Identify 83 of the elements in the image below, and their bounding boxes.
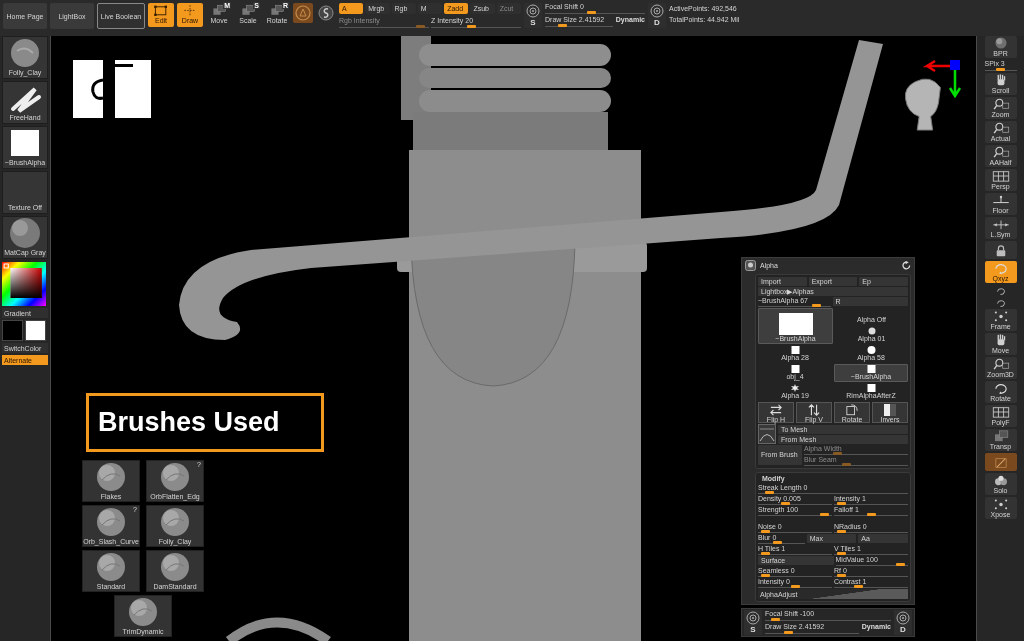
axis-gizmo-icon [923,58,963,98]
slider-thumb[interactable] [996,68,1005,71]
ring-drawing[interactable] [226,617,331,641]
stroke-button[interactable] [316,3,336,23]
stroke-dial[interactable]: S [524,3,542,28]
grid-icon [991,170,1010,182]
magnifier-icon [991,358,1010,370]
alpha-thumbnail [790,384,800,392]
flip-vertical-icon [808,404,820,416]
edit-icon [153,4,169,16]
slider-thumb[interactable] [895,563,905,566]
viewport[interactable] [50,36,977,641]
slider-thumb[interactable] [866,513,876,516]
slider-thumb[interactable] [761,530,771,533]
shelf-button[interactable] [984,241,1017,259]
sphere-thumbnail [96,552,126,582]
rotate-icon [846,404,858,416]
circle-icon [295,5,311,21]
slider-thumb[interactable] [837,574,847,577]
target-icon [746,611,760,625]
slider-thumb[interactable] [837,530,847,533]
alpha-thumbnail [866,384,876,392]
sphere-thumbnail [160,552,190,582]
alpha-thumbnail [778,313,813,335]
stroke-dial[interactable]: D [894,610,912,635]
alpha-thumbnail [866,365,876,373]
brushes-used-caption: Brushes Used [86,393,324,452]
target-icon [526,4,540,18]
target-icon [896,611,910,625]
slider-thumb[interactable] [837,552,847,555]
sphere-thumbnail [96,507,126,537]
sphere-thumbnail [160,462,190,492]
dial-letter: D [900,625,906,634]
slider-thumb[interactable] [853,585,863,588]
slider-thumb[interactable] [811,304,821,307]
magnifier-icon [991,122,1010,134]
mesh-icon [758,424,776,444]
slider-thumb[interactable] [819,513,829,516]
sym-icon [991,218,1010,230]
dial-letter: D [654,18,660,27]
slider-thumb[interactable] [790,585,800,588]
cube-icon [240,4,256,16]
target-icon [650,4,664,18]
slider-thumb[interactable] [586,11,596,14]
color-swatch[interactable] [2,320,23,341]
dial-letter: S [530,18,536,27]
sphere-thumbnail [96,462,126,492]
guard-arm-drawing[interactable] [647,40,883,244]
reset-icon [902,261,911,270]
slider-thumb[interactable] [837,502,847,505]
slider-thumb[interactable] [761,552,771,555]
slider-thumb[interactable] [770,618,780,621]
sword-grip-drawing[interactable] [397,36,647,641]
cube-icon [269,4,285,16]
color-swatch[interactable] [25,320,46,341]
alpha-thumbnail [790,365,800,373]
slider-thumb[interactable] [466,25,476,28]
swirl-icon [318,5,334,21]
magnifier-icon [991,98,1010,110]
orbit-small-icon [994,298,1007,307]
alpha-thumbnail [790,346,800,354]
floor-icon [991,194,1010,206]
alpha-thumbnail [866,346,876,354]
stroke-dial[interactable]: D [648,3,666,28]
color-picker[interactable] [2,262,46,306]
stroke-dial[interactable]: S [744,610,762,635]
flip-horizontal-icon [770,404,782,416]
sphere-thumbnail [128,597,158,627]
guard-hook-drawing[interactable] [179,238,397,340]
slider-thumb[interactable] [783,631,793,634]
dial-letter: S [750,625,756,634]
orbit-small-icon [994,286,1007,295]
slider-thumb[interactable] [557,24,567,27]
slider-thumb[interactable] [765,491,775,494]
palette-icon [745,260,756,271]
magnifier-icon [991,146,1010,158]
slider-thumb[interactable] [773,541,783,544]
draw-icon [182,4,198,16]
invert-icon [884,404,896,416]
slider-thumb[interactable] [761,574,771,577]
sphere-thumbnail [160,507,190,537]
grid-icon [991,406,1010,418]
slider-thumb[interactable] [780,502,790,505]
